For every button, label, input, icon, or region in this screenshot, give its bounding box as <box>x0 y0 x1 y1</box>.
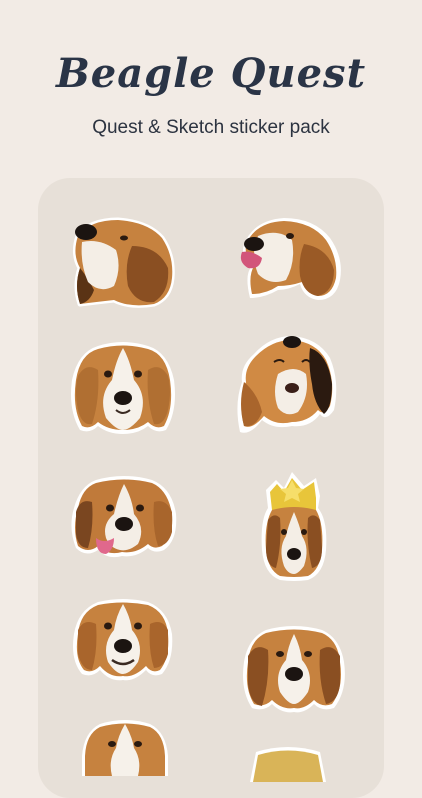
sticker-beagle-partial-right[interactable] <box>246 742 330 782</box>
sticker-beagle-licking-nose[interactable] <box>238 214 346 304</box>
app-subtitle: Quest & Sketch sticker pack <box>92 117 330 138</box>
sticker-beagle-tongue-out[interactable] <box>68 474 180 562</box>
sticker-beagle-front-face[interactable] <box>68 340 178 436</box>
app-title: Beagle Quest <box>55 50 367 97</box>
beagle-sticker-icon <box>240 218 341 300</box>
beagle-sticker-icon <box>71 342 175 434</box>
sticker-beagle-with-crown[interactable] <box>258 470 330 582</box>
beagle-sticker-icon <box>72 217 175 308</box>
sticker-beagle-sad-face[interactable] <box>240 624 348 714</box>
beagle-sticker-icon <box>243 626 345 713</box>
crown-beagle-sticker-icon <box>261 472 327 581</box>
beagle-sticker-icon <box>250 747 326 782</box>
sticker-beagle-howling[interactable] <box>234 334 340 438</box>
sticker-preview-panel <box>38 178 384 798</box>
beagle-sticker-icon <box>71 476 177 558</box>
sticker-beagle-smiling[interactable] <box>70 598 176 682</box>
beagle-sticker-icon <box>73 599 173 681</box>
beagle-sticker-icon <box>237 336 337 433</box>
sticker-beagle-partial-left[interactable] <box>80 716 170 776</box>
sticker-beagle-sniffing-up[interactable] <box>70 216 176 310</box>
beagle-sticker-icon <box>82 720 168 776</box>
